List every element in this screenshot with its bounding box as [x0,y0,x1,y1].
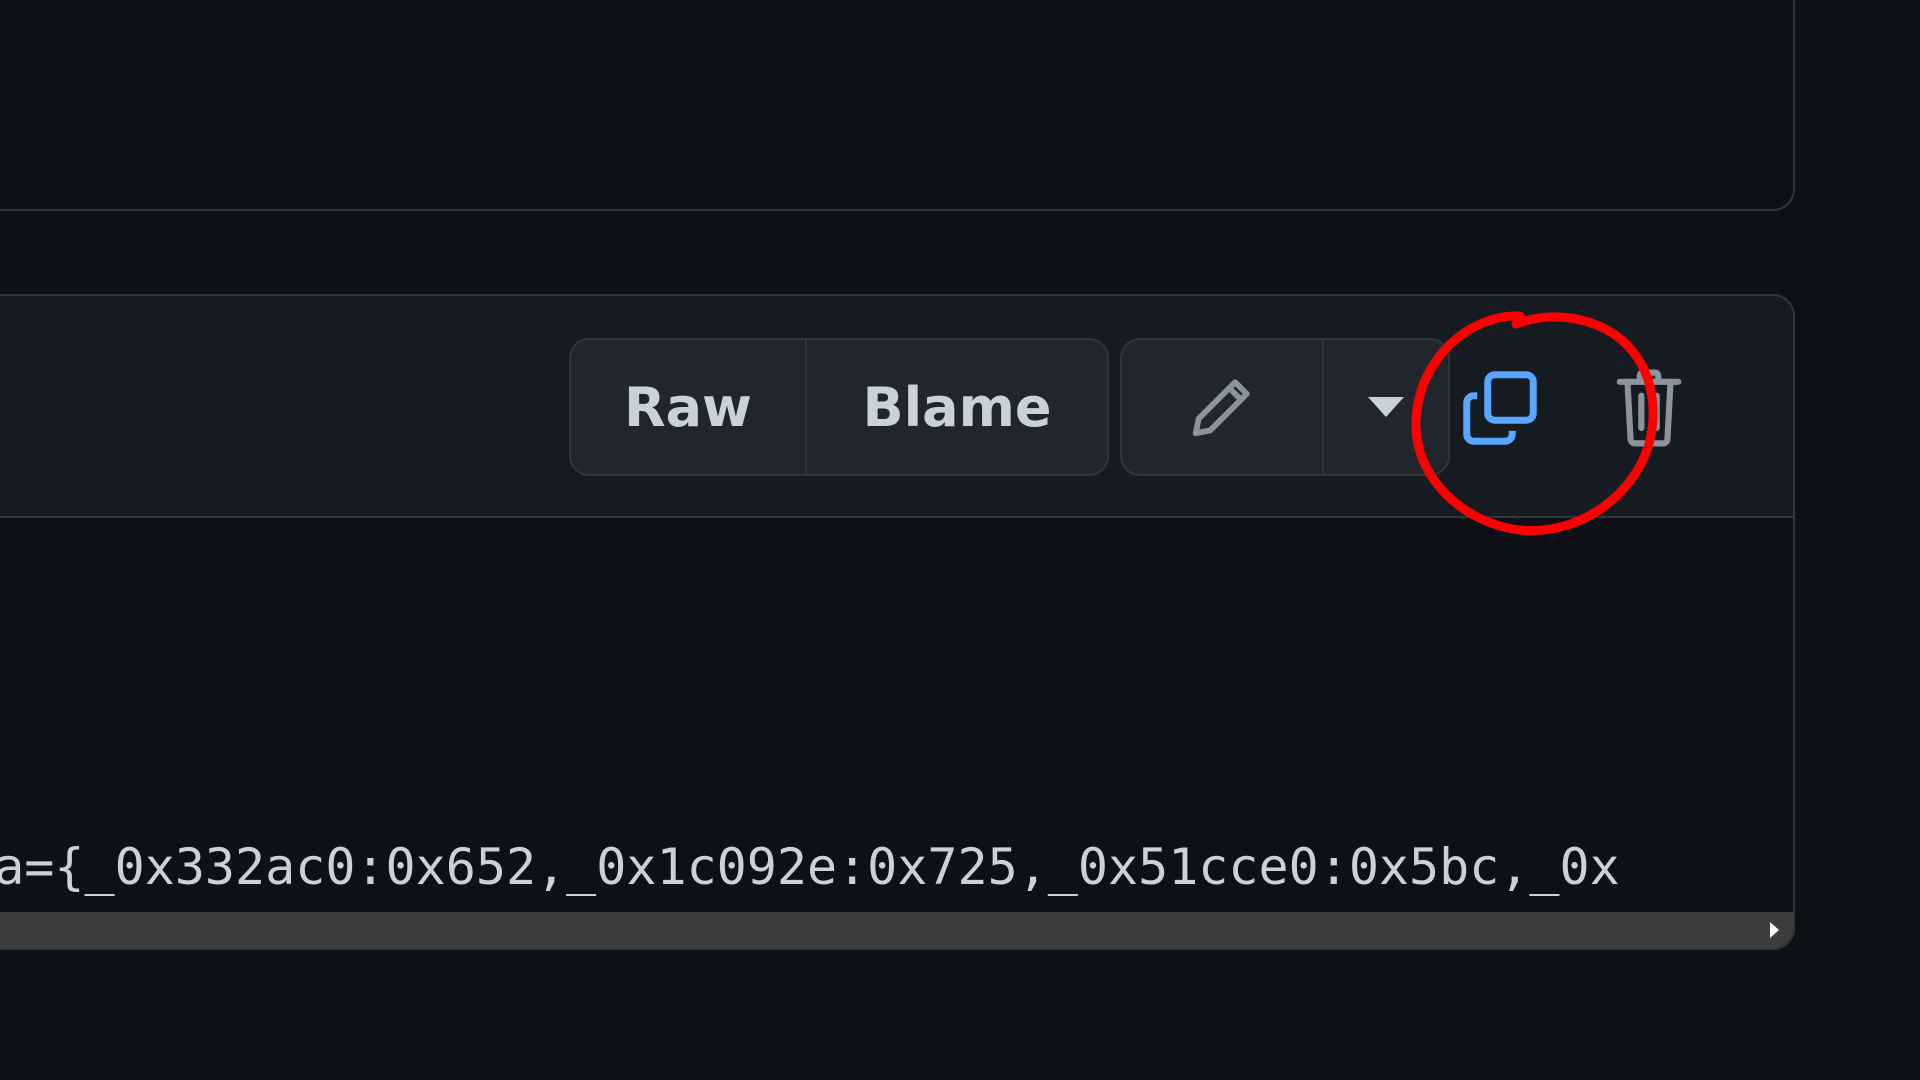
trash-icon [1616,369,1682,447]
blame-button[interactable]: Blame [807,340,1107,474]
more-edit-options-button[interactable] [1324,340,1448,474]
triangle-down-icon [1368,397,1404,417]
file-header-toolbar: Raw Blame [0,296,1793,518]
delete-file-button[interactable] [1594,348,1704,468]
raw-blame-button-group: Raw Blame [569,338,1109,476]
copy-icon [1463,371,1537,445]
previous-file-card [0,0,1795,211]
horizontal-scrollbar[interactable] [0,912,1793,948]
page-right-margin [1795,0,1920,1080]
file-viewer: Raw Blame b6a={_0x332ac0:0x652,_0x1c092e… [0,294,1795,950]
edit-file-button[interactable] [1122,340,1324,474]
edit-button-group [1120,338,1450,476]
code-line: b6a={_0x332ac0:0x652,_0x1c092e:0x725,_0x… [0,838,1620,896]
screen: Raw Blame b6a={_0x332ac0:0x652,_0x1c092e… [0,0,1920,1080]
pencil-icon [1192,379,1250,437]
raw-button[interactable]: Raw [571,340,807,474]
copy-raw-file-button[interactable] [1440,348,1560,468]
scroll-right-arrow-icon[interactable] [1770,922,1779,938]
